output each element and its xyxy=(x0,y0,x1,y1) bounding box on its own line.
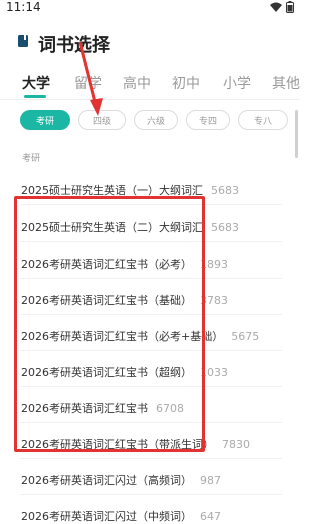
book-title: 2026考研英语词汇闪过（高频词） xyxy=(21,474,192,487)
book-title: 2026考研英语词汇闪过（中频词） xyxy=(21,510,192,523)
scrollbar[interactable] xyxy=(295,110,298,158)
list-item[interactable]: 2026考研英语词汇闪过（中频词） 647 xyxy=(21,508,221,524)
tabs-divider xyxy=(0,99,300,100)
divider xyxy=(20,494,282,495)
battery-icon xyxy=(286,1,294,13)
chip-kaoyan[interactable]: 考研 xyxy=(20,110,70,130)
category-tabs: 大学 留学 高中 初中 小学 其他 xyxy=(0,73,300,98)
tab-gaozhong[interactable]: 高中 xyxy=(123,73,151,93)
divider xyxy=(20,458,282,459)
active-tab-indicator xyxy=(24,95,46,98)
section-label: 考研 xyxy=(22,154,41,164)
word-count: 5683 xyxy=(211,184,239,197)
chip-zhuanba[interactable]: 专八 xyxy=(238,110,288,130)
annotation-arrow-icon xyxy=(78,41,103,116)
word-count: 5675 xyxy=(231,330,260,343)
annotation-highlight-box xyxy=(14,196,205,452)
tab-qita[interactable]: 其他 xyxy=(272,73,300,93)
chip-zhuansi[interactable]: 专四 xyxy=(186,110,230,130)
tab-xiaoxue[interactable]: 小学 xyxy=(223,73,251,93)
status-time: 11:14 xyxy=(6,0,41,14)
word-count: 5683 xyxy=(211,221,239,234)
word-count: 7830 xyxy=(222,438,250,451)
word-count: 987 xyxy=(200,474,221,487)
chip-liuji[interactable]: 六级 xyxy=(134,110,178,130)
tab-daxue[interactable]: 大学 xyxy=(22,73,50,93)
word-count: 647 xyxy=(200,510,221,523)
status-icons xyxy=(270,1,294,13)
wifi-icon xyxy=(270,2,282,12)
book-icon xyxy=(18,35,28,47)
list-item[interactable]: 2026考研英语词汇闪过（高频词） 987 xyxy=(21,472,221,488)
tab-chuzhong[interactable]: 初中 xyxy=(172,73,200,93)
